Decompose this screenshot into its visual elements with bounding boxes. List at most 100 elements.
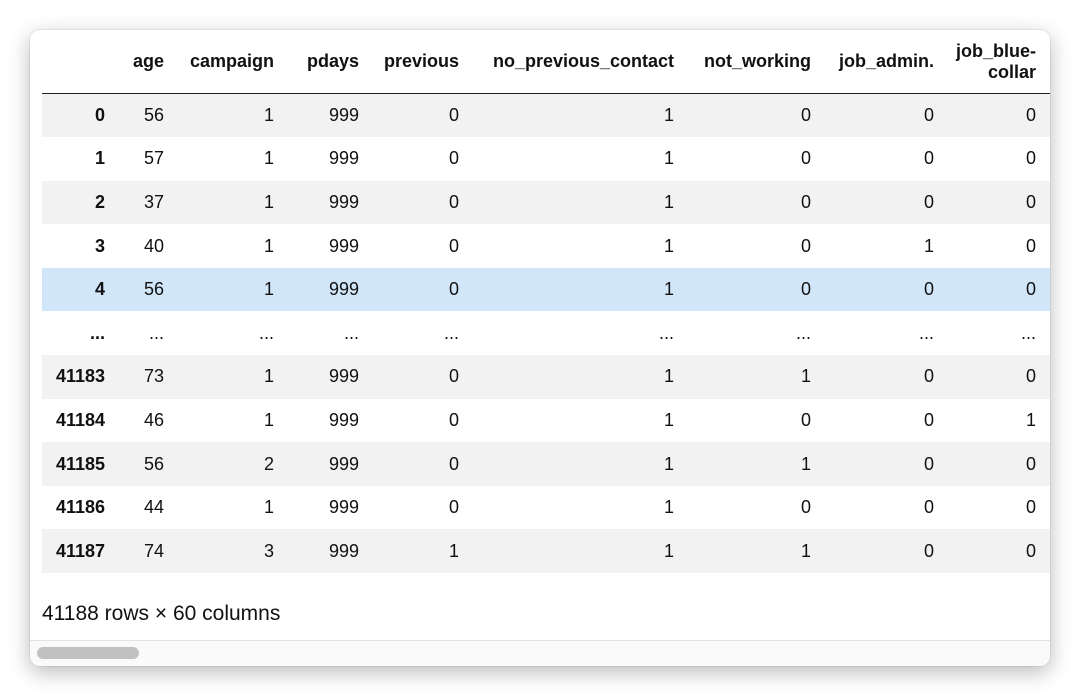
table-cell: 0 [800,191,811,212]
table-cell: ... [148,322,164,343]
table-cell: 0 [1025,540,1036,561]
table-row: 41183 73 1 999 0 1 1 0 0 [42,355,1050,399]
table-cell: 999 [328,279,359,300]
table-cell: 999 [328,366,359,387]
table-cell: 57 [143,148,164,169]
row-index: 3 [94,235,105,256]
table-cell: 1 [923,235,934,256]
table-cell: 1 [263,409,274,430]
table-cell: 1 [663,105,674,126]
table-cell: 1 [1025,409,1036,430]
shape-summary: 41188 rows × 60 columns [42,602,281,625]
row-index: ... [89,322,105,343]
table-cell: 1 [663,453,674,474]
table-cell: 1 [448,540,459,561]
table-row: 41184 46 1 999 0 1 0 0 1 [42,399,1050,443]
dataframe-output: age campaign pdays previous no_previous_… [30,30,1050,666]
dataframe-table: age campaign pdays previous no_previous_… [42,30,1050,574]
table-cell: 999 [328,191,359,212]
column-header-previous: previous [373,30,473,94]
table-row: 2 37 1 999 0 1 0 0 0 [42,180,1050,225]
ellipsis-row: ........................... [42,311,1050,355]
table-cell: 999 [328,453,359,474]
row-index: 4 [94,279,105,300]
column-header-age: age [119,30,178,94]
table-cell: 1 [263,105,274,126]
table-cell: 1 [800,366,811,387]
table-row: 3 40 1 999 0 1 0 1 0 [42,224,1050,268]
table-cell: 0 [923,540,934,561]
table-cell: 0 [800,235,811,256]
table-cell: ... [443,322,459,343]
table-cell: 44 [143,497,164,518]
table-cell: ... [658,322,674,343]
table-cell: 0 [448,105,459,126]
table-cell: 0 [1025,366,1036,387]
table-cell: 1 [663,235,674,256]
scrollbar-thumb[interactable] [37,647,139,659]
table-cell: 1 [263,279,274,300]
table-cell: 1 [663,191,674,212]
table-cell: 999 [328,148,359,169]
table-cell: 0 [1025,497,1036,518]
table-cell: 3 [263,540,274,561]
table-cell: 73 [143,366,164,387]
table-cell: 0 [448,279,459,300]
table-cell: 56 [143,105,164,126]
table-cell: 0 [923,105,934,126]
index-header [42,30,119,94]
table-cell: 37 [143,191,164,212]
column-header-pdays: pdays [288,30,373,94]
row-index: 41185 [55,453,105,474]
table-cell: 0 [1025,148,1036,169]
table-cell: ... [918,322,934,343]
table-cell: 74 [143,540,164,561]
table-cell: 2 [263,453,274,474]
table-cell: ... [1020,322,1036,343]
table-cell: 1 [663,497,674,518]
table-cell: 0 [1025,453,1036,474]
table-cell: 0 [800,105,811,126]
column-header-not-working: not_working [688,30,825,94]
table-cell: 1 [263,497,274,518]
table-cell: 1 [663,366,674,387]
table-cell: 0 [923,148,934,169]
table-cell: 0 [448,148,459,169]
table-cell: 1 [663,279,674,300]
table-cell: 0 [1025,235,1036,256]
column-header-no-previous-contact: no_previous_contact [473,30,688,94]
horizontal-scrollbar[interactable] [30,640,1050,666]
table-cell: 999 [328,497,359,518]
table-cell: 1 [663,148,674,169]
table-cell: 999 [328,235,359,256]
table-cell: 0 [448,235,459,256]
column-header-job-admin: job_admin. [825,30,948,94]
table-cell: 1 [800,453,811,474]
table-cell: 0 [448,409,459,430]
table-cell: ... [343,322,359,343]
row-index: 41187 [55,540,105,561]
table-cell: 0 [448,191,459,212]
table-cell: 40 [143,235,164,256]
table-cell: 0 [800,409,811,430]
table-row: 4 56 1 999 0 1 0 0 0 [42,267,1050,312]
table-cell: 0 [1025,279,1036,300]
table-cell: 0 [923,191,934,212]
row-index: 41183 [55,366,105,387]
table-cell: 1 [263,148,274,169]
table-cell: 0 [448,497,459,518]
header-row: age campaign pdays previous no_previous_… [42,30,1050,94]
table-cell: 0 [1025,191,1036,212]
table-cell: 999 [328,105,359,126]
table-row: 41187 74 3 999 1 1 1 0 0 [42,529,1050,574]
table-cell: 0 [923,453,934,474]
table-cell: 1 [263,235,274,256]
row-index: 41186 [55,497,105,518]
table-cell: 1 [663,409,674,430]
table-cell: 0 [800,148,811,169]
table-cell: 1 [800,540,811,561]
table-cell: 0 [923,279,934,300]
table-cell: 0 [923,497,934,518]
table-row: 0 56 1 999 0 1 0 0 0 [42,93,1050,138]
table-cell: 0 [923,409,934,430]
